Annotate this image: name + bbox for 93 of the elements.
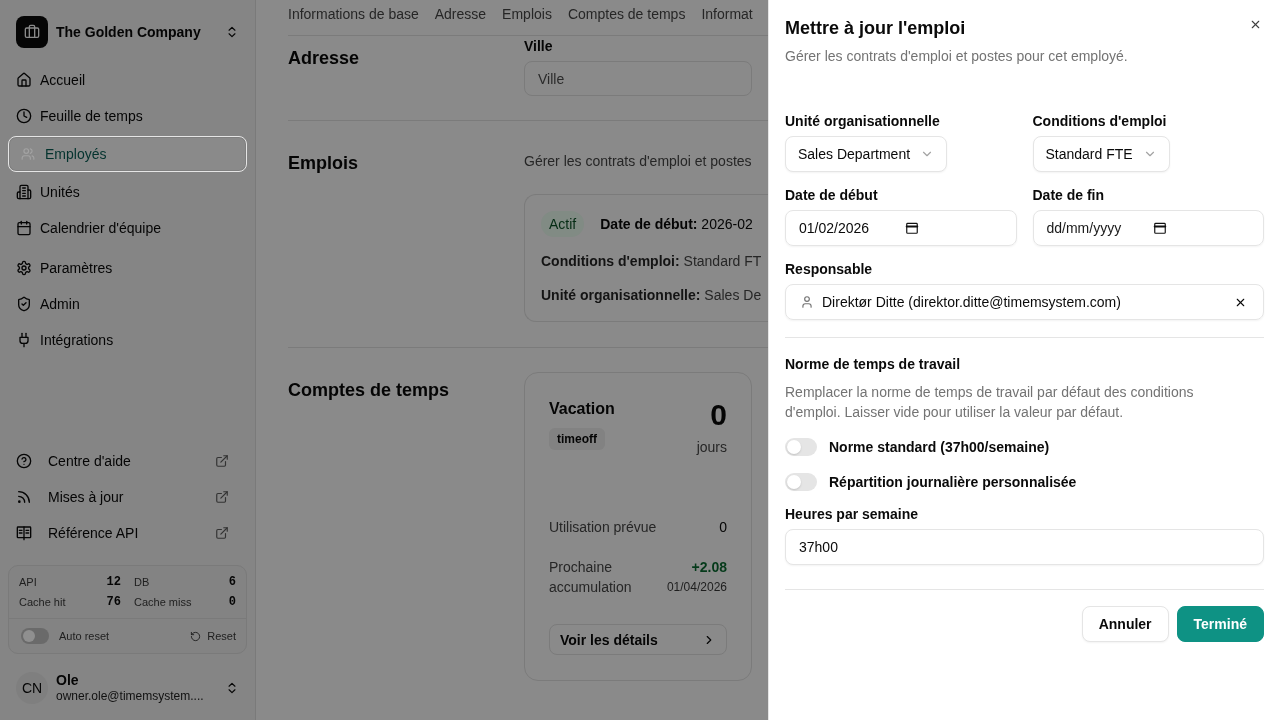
external-link-icon <box>215 454 229 468</box>
sidebar-link[interactable]: Centre d'aide <box>8 445 247 477</box>
toggle-label: Norme standard (37h00/semaine) <box>829 439 1050 455</box>
section-tab[interactable]: Emplois <box>502 4 552 35</box>
shield-check-icon <box>16 296 32 312</box>
nav-item[interactable]: Calendrier d'équipe <box>8 212 247 244</box>
toggle-label: Auto reset <box>59 630 110 642</box>
field-label: Responsable <box>785 260 874 279</box>
detail-text: Unité organisationnelle: Sales De <box>541 286 763 305</box>
nav-item[interactable]: Feuille de temps <box>8 100 247 132</box>
stat-label: Cache hit <box>19 596 66 608</box>
account-name: Vacation <box>549 399 615 419</box>
stat-value: 0 <box>228 595 236 609</box>
stat-label: DB <box>134 576 150 588</box>
section-description: Gérer les contrats d'emploi et postes <box>524 152 753 171</box>
done-button[interactable]: Terminé <box>1176 606 1264 642</box>
sidebar-link[interactable]: Mises à jour <box>8 481 247 513</box>
toggle-switch[interactable] <box>785 473 817 491</box>
accrual-date: 01/04/2026 <box>666 579 727 596</box>
plug-icon <box>16 332 32 348</box>
toggle-label: Répartition journalière personnalisée <box>829 474 1077 490</box>
group-heading: Norme de temps de travail <box>785 355 962 374</box>
detail-text: Date de début: 2026-02 <box>600 215 753 234</box>
sidebar-link[interactable]: Référence API <box>8 517 247 549</box>
drawer-title: Mettre à jour l'emploi <box>785 17 966 40</box>
calendar-icon <box>905 221 919 235</box>
stat-value: 12 <box>106 575 121 589</box>
section-heading: Emplois <box>288 152 359 175</box>
user-email: owner.ole@timemsystem.... <box>56 688 205 704</box>
stat-label: Cache miss <box>134 596 192 608</box>
detail-text: Conditions d'emploi: Standard FT <box>541 252 763 271</box>
section-tab[interactable]: Adresse <box>434 4 487 35</box>
details-button[interactable]: Voir les détails <box>549 624 727 655</box>
text-field[interactable]: 37h00 <box>785 529 1264 565</box>
select-button[interactable]: Standard FTE <box>1032 136 1170 172</box>
calendar-icon <box>1152 221 1167 235</box>
section-heading: Comptes de temps <box>288 379 451 402</box>
select-button[interactable]: Sales Department <box>785 136 948 172</box>
nav-item[interactable]: Employés <box>8 136 247 172</box>
section-tab[interactable]: Informations de base <box>288 4 419 35</box>
person-field[interactable]: Direktør Ditte (direktor.ditte@timemsystem.com) <box>785 284 1264 320</box>
external-link-icon <box>215 490 229 504</box>
field-label: Ville <box>524 37 554 56</box>
user-avatar: CN <box>16 672 48 704</box>
clock-icon <box>16 108 32 124</box>
gear-icon <box>16 260 32 276</box>
stat-label: API <box>19 576 37 588</box>
help-text: Remplacer la norme de temps de travail par défaut des conditions d'emploi. Laisser vide pour utiliser la valeur par défaut. <box>785 383 1195 422</box>
house-icon <box>16 72 32 88</box>
section-tab[interactable]: Comptes de temps <box>567 4 686 35</box>
section-tab[interactable]: Informat <box>701 4 753 35</box>
user-name: Ole <box>56 672 80 688</box>
field-label: Date de début <box>785 186 878 205</box>
drawer-description: Gérer les contrats d'emploi et postes pour cet employé. <box>785 47 1129 66</box>
building-icon <box>16 184 32 200</box>
nav-item[interactable]: Intégrations <box>8 324 247 356</box>
nav-item[interactable]: Accueil <box>8 64 247 96</box>
text-field[interactable]: Ville <box>524 61 752 96</box>
briefcase-icon <box>16 16 48 48</box>
accrual-value: +2.08 <box>691 558 727 577</box>
date-field[interactable]: dd/mm/yyyy <box>1032 210 1264 246</box>
row-label: Prochaine accumulation <box>549 558 633 597</box>
field-label: Heures par semaine <box>785 505 920 524</box>
field-label: Unité organisationnelle <box>785 112 940 131</box>
nav-item[interactable]: Admin <box>8 288 247 320</box>
section-heading: Adresse <box>288 47 361 70</box>
book-icon <box>16 525 32 541</box>
row-label: Utilisation prévue <box>549 518 657 537</box>
rotate-ccw-icon <box>190 630 202 642</box>
question-circle-icon <box>16 453 32 469</box>
balance-value: 0 <box>710 397 727 433</box>
rss-icon <box>16 489 32 505</box>
user-icon <box>800 295 814 309</box>
date-field[interactable]: 01/02/2026 <box>785 210 1017 246</box>
external-link-icon <box>215 526 229 540</box>
type-badge: timeoff <box>549 428 605 450</box>
balance-unit: jours <box>696 438 727 457</box>
row-value: 0 <box>719 518 727 537</box>
stat-value: 6 <box>228 575 236 589</box>
nav-item[interactable]: Unités <box>8 176 247 208</box>
reset-button[interactable]: Reset <box>190 630 236 642</box>
company-name: The Golden Company <box>56 24 202 40</box>
field-label: Date de fin <box>1032 186 1105 205</box>
field-label: Conditions d'emploi <box>1032 112 1167 131</box>
stat-value: 76 <box>106 595 121 609</box>
cancel-button[interactable]: Annuler <box>1081 606 1169 642</box>
calendar-icon <box>16 220 32 236</box>
status-badge: Actif <box>541 211 585 237</box>
users-icon <box>21 147 35 161</box>
close-icon[interactable] <box>1249 18 1262 31</box>
toggle-switch[interactable] <box>785 438 817 456</box>
nav-item[interactable]: Paramètres <box>8 252 247 284</box>
toggle-switch[interactable] <box>21 628 49 644</box>
